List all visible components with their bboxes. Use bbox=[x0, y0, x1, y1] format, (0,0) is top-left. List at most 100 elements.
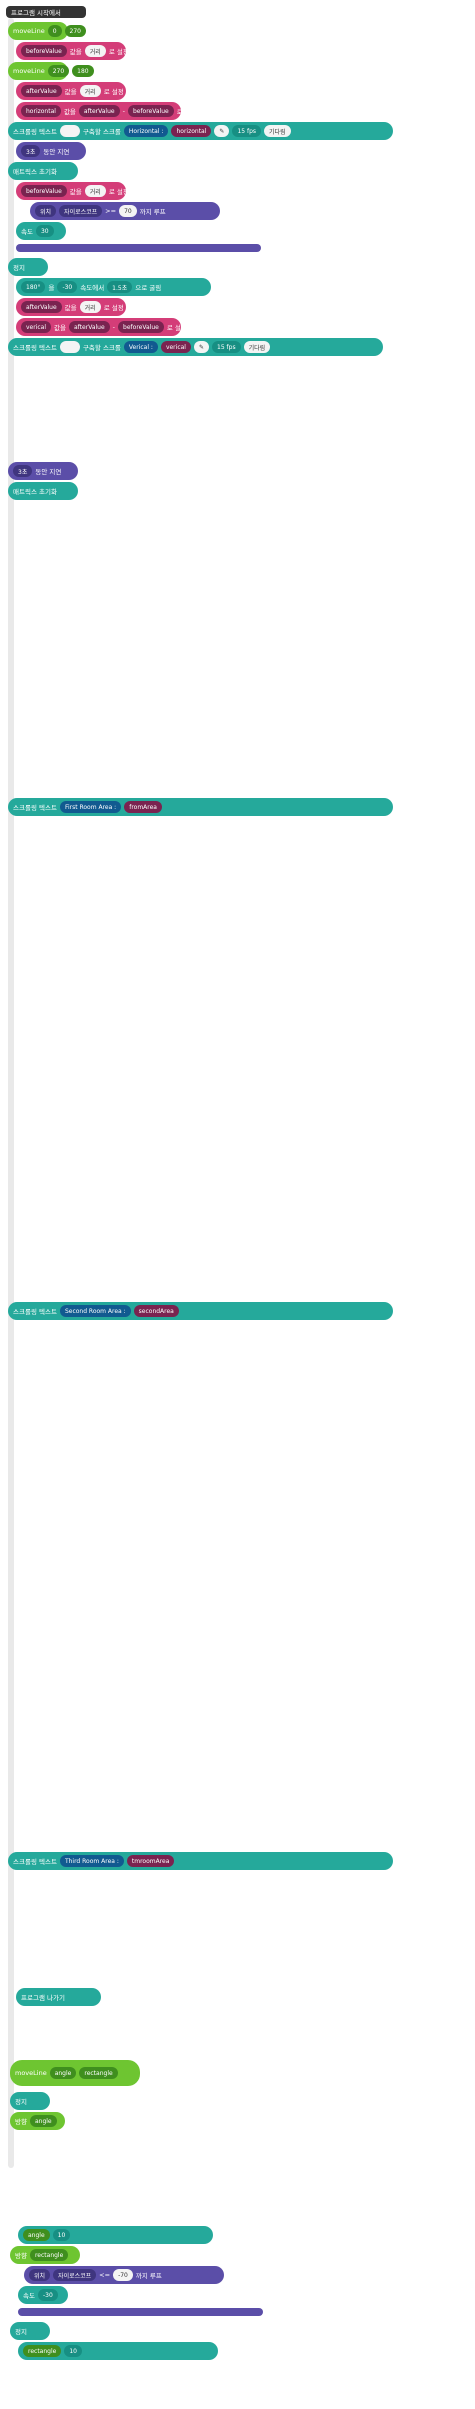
loop-end-bar-f bbox=[18, 2308, 263, 2316]
var-dropdown[interactable]: beforeValue bbox=[21, 185, 67, 197]
value-pill[interactable]: 거리 bbox=[84, 45, 106, 57]
wait-pill[interactable]: 기다림 bbox=[243, 341, 271, 353]
value-pill-2[interactable]: beforeValue bbox=[127, 105, 174, 117]
loop-b[interactable]: 자이로스코프 bbox=[59, 205, 103, 217]
moveline-b[interactable]: 270 bbox=[64, 25, 86, 37]
scroll-text-block[interactable]: 스크롤링 텍스트 구축할 스크롤 Horizontal : horizontal… bbox=[8, 122, 393, 140]
desc-label: 구축할 스크롤 bbox=[82, 344, 121, 352]
direction-block[interactable]: 방향 angle bbox=[10, 2112, 65, 2130]
dir-angle[interactable]: angle bbox=[29, 2115, 57, 2127]
fps-pill[interactable]: 15 fps bbox=[212, 341, 241, 353]
op-label: - bbox=[112, 323, 116, 331]
delay-block-2[interactable]: 3초 동안 지연 bbox=[8, 462, 78, 480]
matrix-reset-block[interactable]: 매트릭스 초기화 bbox=[8, 162, 78, 180]
moveline-a[interactable]: 270 bbox=[47, 65, 70, 77]
roll-rect-var[interactable]: rectangle bbox=[23, 2345, 62, 2357]
room1-var[interactable]: fromArea bbox=[124, 801, 162, 813]
var-pill[interactable]: verical bbox=[160, 341, 191, 353]
var-dropdown[interactable]: horizontal bbox=[21, 105, 61, 117]
var-pill[interactable]: horizontal bbox=[171, 125, 212, 137]
set-label: 로 설정 bbox=[108, 48, 129, 56]
roll-time[interactable]: 1.5초 bbox=[107, 281, 133, 293]
dir-label: 방향 bbox=[15, 2118, 27, 2126]
scroll-text-block-2[interactable]: 스크롤링 텍스트 구축할 스크롤 Verical : verical ✎ 15 … bbox=[8, 338, 383, 356]
set-label: 로 설정 bbox=[103, 304, 124, 312]
value-pill[interactable]: 거리 bbox=[79, 85, 101, 97]
roll-angle-block[interactable]: angle 10 bbox=[18, 2226, 213, 2244]
roll-speed[interactable]: 10 bbox=[64, 2345, 82, 2357]
value-pill[interactable]: 거리 bbox=[79, 301, 101, 313]
value-pill[interactable]: 거리 bbox=[84, 185, 106, 197]
function-moveline[interactable]: moveLine angle rectangle bbox=[10, 2060, 140, 2086]
moveline-a[interactable]: 0 bbox=[47, 25, 62, 37]
scroll-label: 스크롤링 텍스트 bbox=[13, 1858, 57, 1866]
loop-a[interactable]: 위치 bbox=[29, 2269, 51, 2281]
value-pill[interactable]: afterValue bbox=[78, 105, 120, 117]
roll-c: 속도에서 bbox=[80, 284, 105, 292]
wait-pill[interactable]: 기다림 bbox=[264, 125, 291, 137]
speed-block-f[interactable]: 속도 -30 bbox=[18, 2286, 68, 2304]
arg-rect[interactable]: rectangle bbox=[79, 2067, 118, 2079]
scroll-room3[interactable]: 스크롤링 텍스트 Third Room Area : tmroomArea bbox=[8, 1852, 393, 1870]
text-pill[interactable]: Horizontal : bbox=[123, 125, 169, 137]
dir-rect[interactable]: rectangle bbox=[29, 2249, 69, 2261]
speed-val[interactable]: -30 bbox=[37, 2289, 58, 2301]
reset-label: 매트릭스 초기화 bbox=[13, 168, 57, 176]
scroll-room1[interactable]: 스크롤링 텍스트 First Room Area : fromArea bbox=[8, 798, 393, 816]
set-var-block-2[interactable]: afterValue 값을 거리 로 설정 bbox=[16, 82, 126, 100]
scroll-room2[interactable]: 스크롤링 텍스트 Second Room Area : secondArea bbox=[8, 1302, 393, 1320]
speed-block[interactable]: 속도 30 bbox=[16, 222, 66, 240]
set-var-block-4[interactable]: beforeValue 값을 거리 로 설정 bbox=[16, 182, 129, 200]
room2-var[interactable]: secondArea bbox=[133, 1305, 179, 1317]
roll-speed[interactable]: 10 bbox=[52, 2229, 71, 2241]
roll-angle-var[interactable]: angle bbox=[23, 2229, 50, 2241]
stop-block-f2[interactable]: 정지 bbox=[10, 2322, 50, 2340]
set-var-block-5[interactable]: afterValue 값을 거리 로 설정 bbox=[16, 298, 126, 316]
arg-angle[interactable]: angle bbox=[49, 2067, 77, 2079]
matrix-reset-block-2[interactable]: 매트릭스 초기화 bbox=[8, 482, 78, 500]
var-dropdown[interactable]: afterValue bbox=[21, 301, 62, 313]
color-swatch[interactable] bbox=[59, 125, 80, 137]
set-var-block-3[interactable]: horizontal 값을 afterValue - beforeValue 로… bbox=[16, 102, 197, 120]
speed-val[interactable]: 30 bbox=[35, 225, 54, 237]
moveline-block[interactable]: moveLine 0 270 bbox=[8, 22, 86, 40]
edit-icon[interactable]: ✎ bbox=[193, 341, 209, 353]
room1-text[interactable]: First Room Area : bbox=[59, 801, 122, 813]
fps-pill[interactable]: 15 fps bbox=[232, 125, 262, 137]
moveline-b[interactable]: 180 bbox=[72, 65, 94, 77]
delay-value[interactable]: 3초 bbox=[13, 465, 33, 477]
loop-val[interactable]: -70 bbox=[113, 2269, 133, 2281]
roll-angle[interactable]: 180° bbox=[21, 281, 46, 293]
delay-block[interactable]: 3초 동안 지연 bbox=[16, 142, 86, 160]
text-pill[interactable]: Verical : bbox=[123, 341, 158, 353]
value-pill[interactable]: afterValue bbox=[69, 321, 110, 333]
delay-value[interactable]: 3초 bbox=[21, 145, 41, 157]
edit-icon[interactable]: ✎ bbox=[214, 125, 230, 137]
program-start-hat[interactable]: 프로그램 시작에서 bbox=[6, 6, 86, 18]
direction-block-2[interactable]: 방향 rectangle bbox=[10, 2246, 80, 2264]
room2-text[interactable]: Second Room Area : bbox=[59, 1305, 131, 1317]
roll-e: 으로 굴림 bbox=[135, 284, 162, 292]
room3-text[interactable]: Third Room Area : bbox=[59, 1855, 124, 1867]
value-pill-2[interactable]: beforeValue bbox=[118, 321, 164, 333]
var-dropdown[interactable]: beforeValue bbox=[21, 45, 67, 57]
color-swatch[interactable] bbox=[59, 341, 80, 353]
loop-b[interactable]: 자이로스코프 bbox=[53, 2269, 97, 2281]
roll-speed[interactable]: -30 bbox=[57, 281, 78, 293]
program-exit-block[interactable]: 프로그램 나가기 bbox=[16, 1988, 101, 2006]
room3-var[interactable]: tmroomArea bbox=[126, 1855, 175, 1867]
stop-block[interactable]: 정지 bbox=[8, 258, 48, 276]
stop-block-f[interactable]: 정지 bbox=[10, 2092, 50, 2110]
loop-a[interactable]: 위치 bbox=[35, 205, 57, 217]
loop-until-block-f[interactable]: 위치 자이로스코프 <= -70 까지 루프 bbox=[24, 2266, 224, 2284]
loop-val[interactable]: 70 bbox=[119, 205, 137, 217]
var-dropdown[interactable]: afterValue bbox=[21, 85, 62, 97]
set-var-block[interactable]: beforeValue 값을 거리 로 설정 bbox=[16, 42, 129, 60]
loop-until-block[interactable]: 위치 자이로스코프 >= 70 까지 루프 bbox=[30, 202, 220, 220]
roll-block[interactable]: 180° 을 -30 속도에서 1.5초 으로 굴림 bbox=[16, 278, 211, 296]
roll-rect-block[interactable]: rectangle 10 bbox=[18, 2342, 218, 2360]
var-dropdown[interactable]: verical bbox=[21, 321, 52, 333]
reset-label: 매트릭스 초기화 bbox=[13, 488, 57, 496]
moveline-block-2[interactable]: moveLine 270 180 bbox=[8, 62, 94, 80]
set-var-block-6[interactable]: verical 값을 afterValue - beforeValue 로 설정 bbox=[16, 318, 187, 336]
